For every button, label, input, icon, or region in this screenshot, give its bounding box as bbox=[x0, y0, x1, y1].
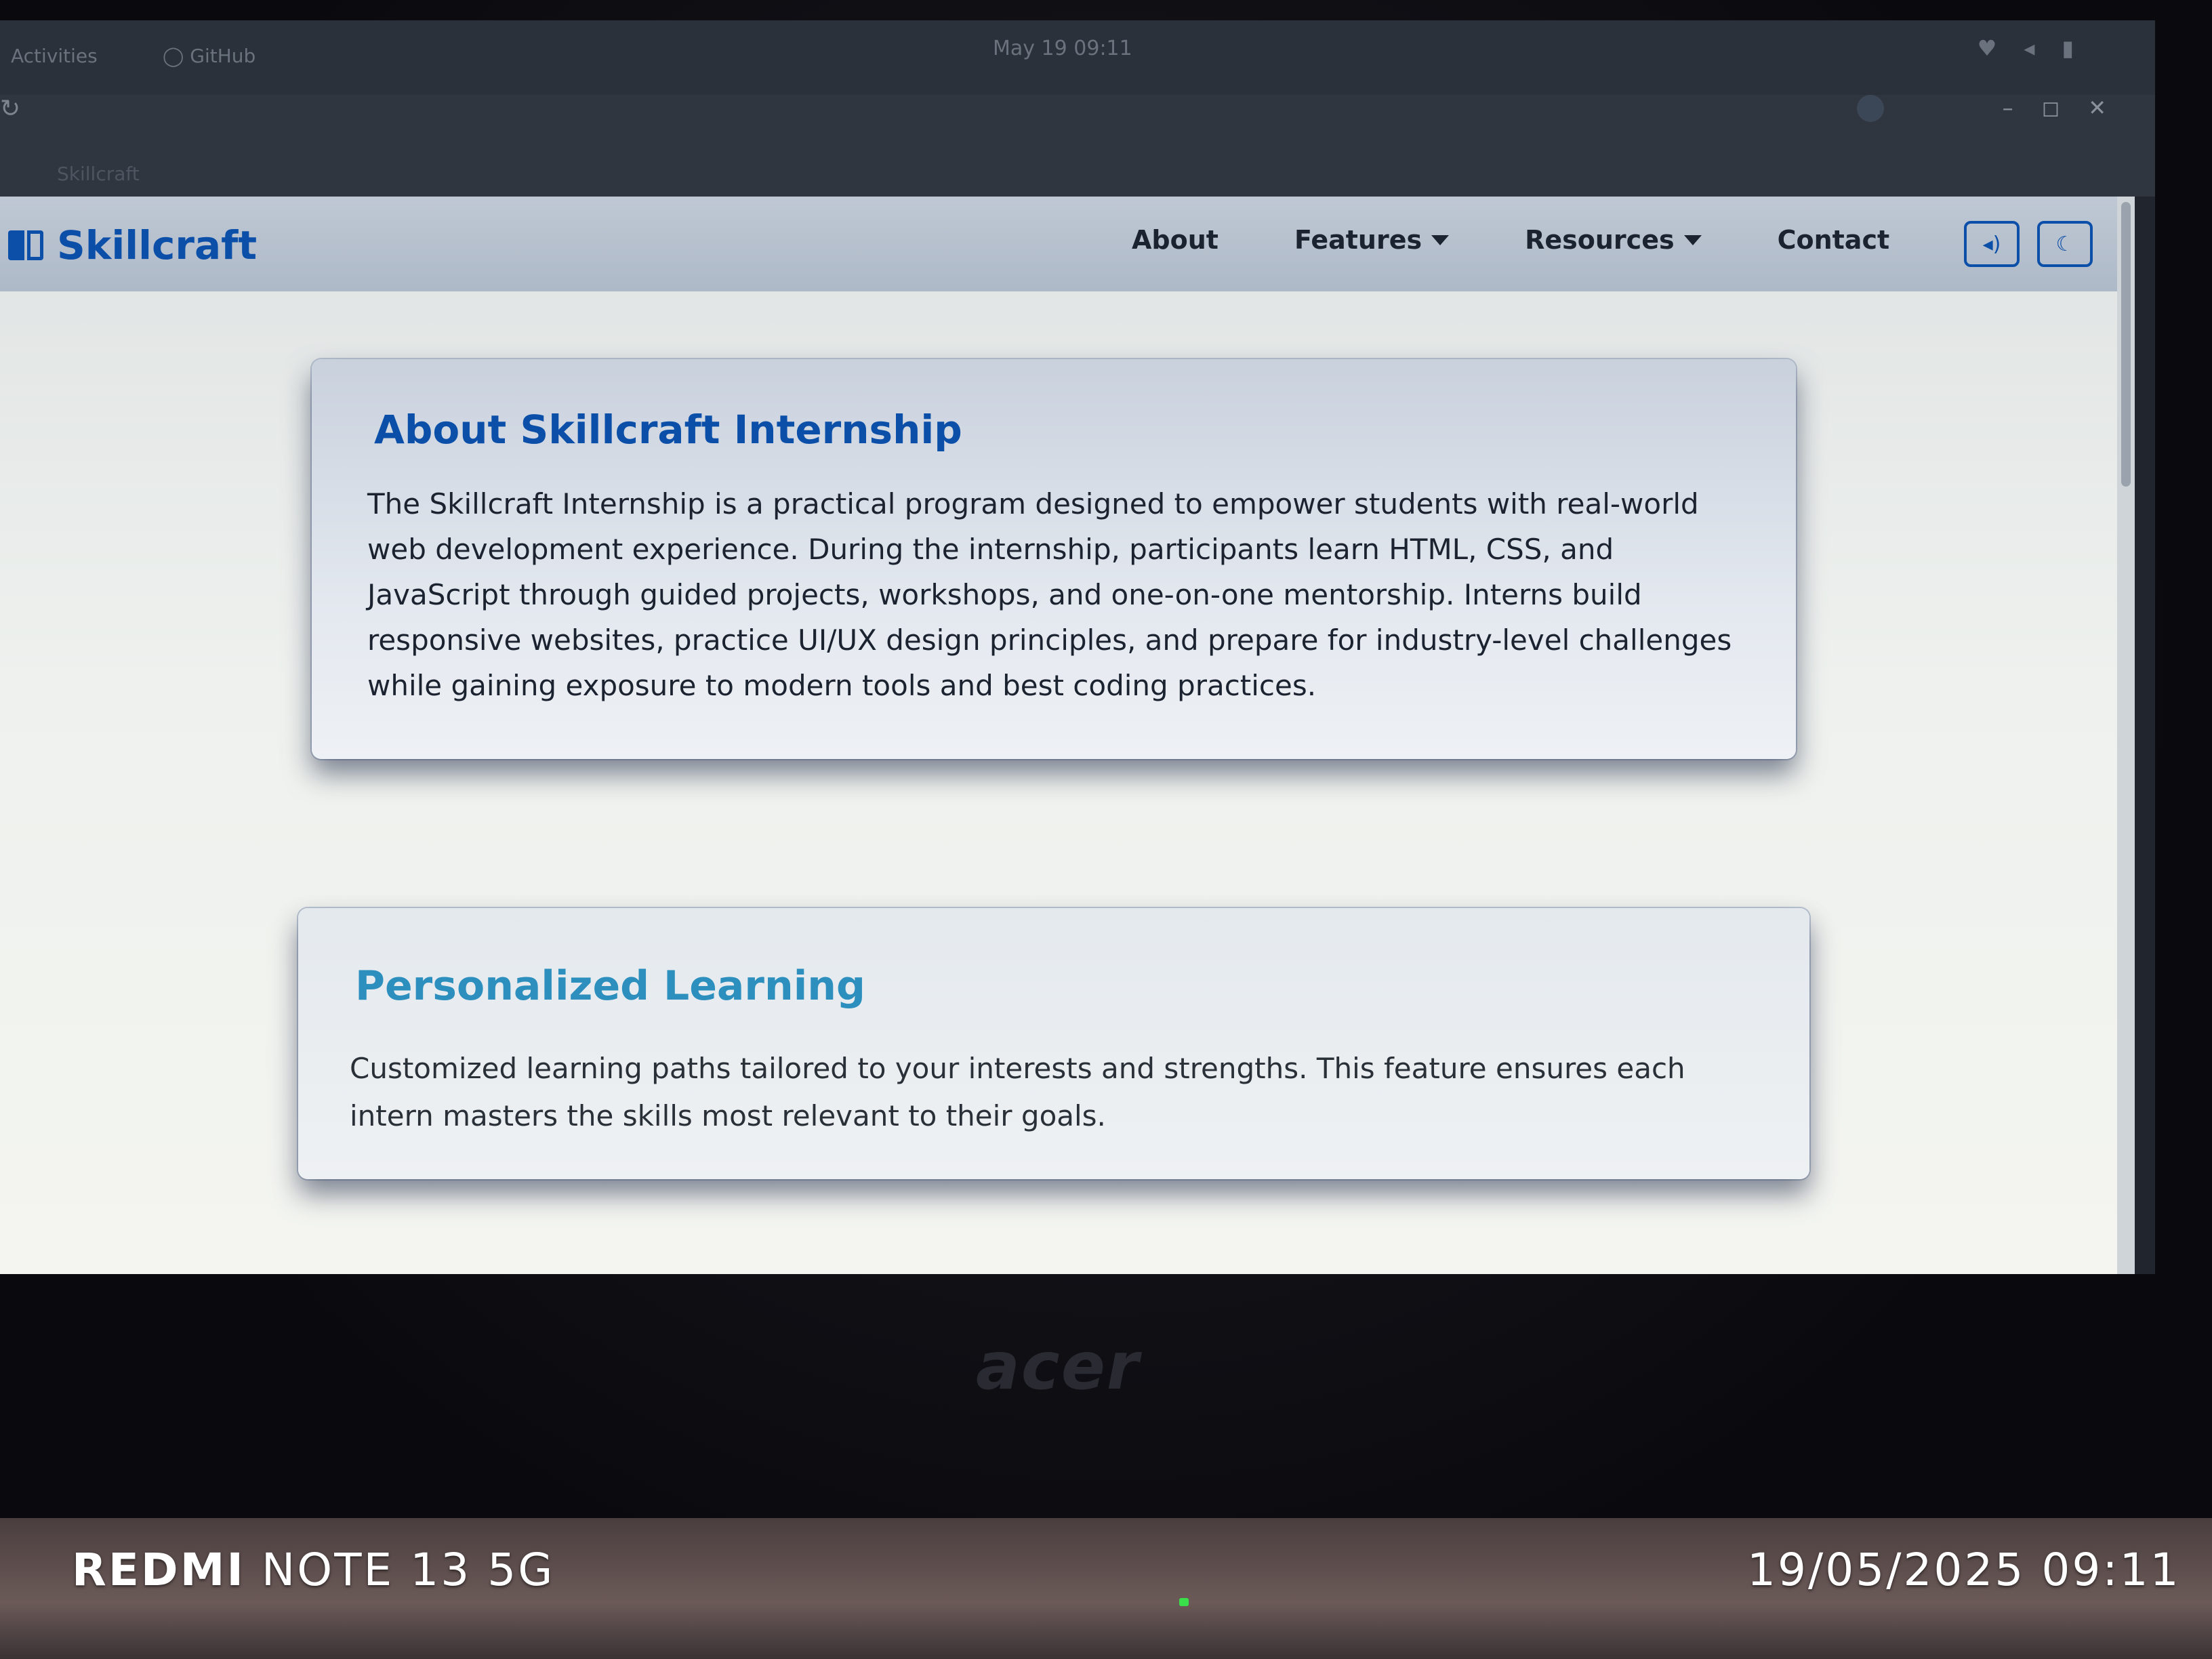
about-card: About Skillcraft Internship The Skillcra… bbox=[312, 359, 1796, 759]
os-clock[interactable]: May 19 09:11 bbox=[993, 37, 1132, 60]
speaker-icon: ◂) bbox=[1982, 232, 2001, 256]
sound-toggle-button[interactable]: ◂) bbox=[1964, 221, 2020, 267]
nav-links: About Features Resources Contact bbox=[1132, 225, 1965, 255]
nav-resources-label: Resources bbox=[1525, 225, 1675, 255]
battery-icon[interactable]: ▮ bbox=[2062, 35, 2101, 61]
github-app-label: GitHub bbox=[190, 45, 256, 67]
browser-chrome: ↻ Skillcraft –◻✕ bbox=[0, 95, 2155, 197]
os-top-bar: Activities ◯ GitHub May 19 09:11 ♥◂▮ bbox=[0, 20, 2155, 95]
photo-frame: Activities ◯ GitHub May 19 09:11 ♥◂▮ ↻ S… bbox=[0, 0, 2212, 1659]
photo-timestamp: 19/05/2025 09:11 bbox=[1747, 1544, 2181, 1596]
caret-down-icon bbox=[1431, 234, 1450, 245]
nav-features-label: Features bbox=[1294, 225, 1422, 255]
site-navbar: Skillcraft About Features Resources Cont… bbox=[0, 197, 2117, 291]
caret-down-icon bbox=[1683, 234, 1702, 245]
activities-button[interactable]: Activities bbox=[11, 45, 98, 67]
wifi-icon[interactable]: ♥ bbox=[1978, 35, 2024, 61]
scrollbar-thumb[interactable] bbox=[2121, 202, 2131, 487]
nav-resources[interactable]: Resources bbox=[1525, 225, 1702, 255]
site-logo[interactable]: Skillcraft bbox=[8, 222, 257, 268]
moon-icon: ☾ bbox=[2055, 232, 2074, 256]
brand-name: Skillcraft bbox=[57, 222, 258, 268]
about-card-title: About Skillcraft Internship bbox=[374, 407, 962, 453]
close-icon[interactable]: ✕ bbox=[2088, 95, 2135, 121]
minimize-icon[interactable]: – bbox=[2003, 95, 2042, 121]
learning-card-body: Customized learning paths tailored to yo… bbox=[350, 1052, 1685, 1132]
page-viewport: Skillcraft About Features Resources Cont… bbox=[0, 197, 2135, 1274]
book-icon bbox=[8, 230, 46, 260]
page-scrollbar[interactable] bbox=[2117, 197, 2135, 1274]
laptop-brand-logo: acer bbox=[976, 1328, 1141, 1404]
camera-device-watermark: REDMI NOTE 13 5G bbox=[72, 1544, 554, 1596]
github-app-indicator[interactable]: ◯ GitHub bbox=[163, 45, 255, 67]
nav-about[interactable]: About bbox=[1132, 225, 1218, 255]
maximize-icon[interactable]: ◻ bbox=[2042, 95, 2089, 121]
nav-features[interactable]: Features bbox=[1294, 225, 1450, 255]
about-card-body: The Skillcraft Internship is a practical… bbox=[367, 487, 1732, 702]
personalized-learning-card: Personalized Learning Customized learnin… bbox=[298, 908, 1809, 1179]
volume-icon[interactable]: ◂ bbox=[2024, 35, 2062, 61]
laptop-screen: Activities ◯ GitHub May 19 09:11 ♥◂▮ ↻ S… bbox=[0, 20, 2155, 1274]
system-tray[interactable]: ♥◂▮ bbox=[1978, 35, 2101, 61]
browser-tab-title[interactable]: Skillcraft bbox=[57, 163, 140, 185]
camera-brand: REDMI bbox=[72, 1544, 245, 1596]
learning-card-title: Personalized Learning bbox=[355, 962, 865, 1010]
theme-toggle-button[interactable]: ☾ bbox=[2037, 221, 2093, 267]
camera-model: NOTE 13 5G bbox=[261, 1544, 555, 1596]
nav-contact[interactable]: Contact bbox=[1778, 225, 1890, 255]
extension-icon[interactable] bbox=[1857, 95, 1884, 122]
window-controls: –◻✕ bbox=[2003, 95, 2135, 121]
reload-icon[interactable]: ↻ bbox=[0, 95, 20, 123]
power-led bbox=[1179, 1598, 1189, 1606]
